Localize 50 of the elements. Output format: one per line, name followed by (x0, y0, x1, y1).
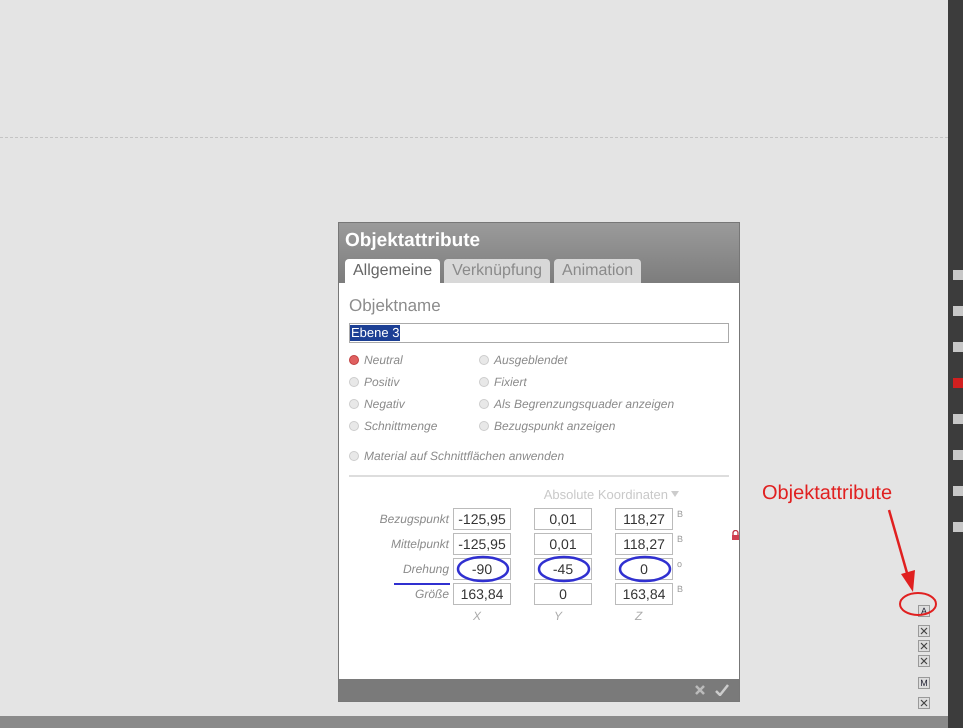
checkbox[interactable] (349, 450, 359, 460)
unit-label: B (677, 583, 684, 596)
tool-icon[interactable] (918, 625, 930, 637)
checkbox[interactable] (479, 398, 489, 408)
checkbox[interactable] (479, 354, 489, 364)
option-label: Schnittmenge (364, 418, 438, 434)
option-label: Fixiert (494, 374, 527, 390)
number-field[interactable]: 118,27 (615, 533, 673, 555)
tool-icon[interactable] (918, 697, 930, 709)
annotation-text: Objektattribute (762, 481, 892, 506)
row-label: Größe (414, 586, 450, 603)
number-field[interactable]: 163,84 (453, 583, 511, 605)
option-label: Ausgeblendet (494, 352, 568, 368)
axis-label: Y (553, 608, 564, 625)
axis-label: Z (634, 608, 644, 625)
tab[interactable]: Allgemeine (345, 259, 440, 283)
option-label: Als Begrenzungsquader anzeigen (494, 396, 674, 412)
caret-icon (671, 491, 679, 498)
tool-icon[interactable] (918, 655, 930, 667)
row-label: Bezugspunkt (378, 511, 450, 528)
checkbox[interactable] (479, 420, 489, 430)
number-field[interactable]: 0,01 (534, 508, 592, 530)
dialog-title: Objektattribute (345, 229, 482, 253)
axis-label: X (472, 608, 482, 625)
field-label: Objektname (349, 295, 442, 317)
close-icon[interactable] (695, 685, 705, 695)
check-icon[interactable] (715, 684, 729, 696)
unit-label: B (677, 533, 684, 546)
option-label: Positiv (364, 374, 400, 390)
number-field[interactable]: 0 (534, 583, 592, 605)
tool-icon[interactable] (918, 640, 930, 652)
row-label: Drehung (402, 561, 450, 578)
option-label: Negativ (364, 396, 405, 412)
radio-button[interactable] (349, 354, 359, 364)
number-field[interactable]: 118,27 (615, 508, 673, 530)
number-field[interactable]: 0,01 (534, 533, 592, 555)
number-field[interactable]: 163,84 (615, 583, 673, 605)
name-field[interactable]: Ebene 3 (349, 322, 729, 342)
underline-mark (393, 582, 451, 586)
option-label: Material auf Schnittflächen anwenden (364, 448, 564, 464)
unit-label: B (677, 508, 684, 521)
tool-button[interactable]: M (918, 677, 930, 689)
checkbox[interactable] (479, 376, 489, 386)
number-field[interactable]: -125,95 (453, 533, 511, 555)
lock-icon[interactable] (731, 530, 740, 540)
unit-label: o (677, 558, 682, 571)
number-field[interactable]: -125,95 (453, 508, 511, 530)
option-label: Bezugspunkt anzeigen (494, 418, 616, 434)
row-label: Mittelpunkt (390, 536, 450, 553)
option-label: Neutral (364, 352, 403, 368)
